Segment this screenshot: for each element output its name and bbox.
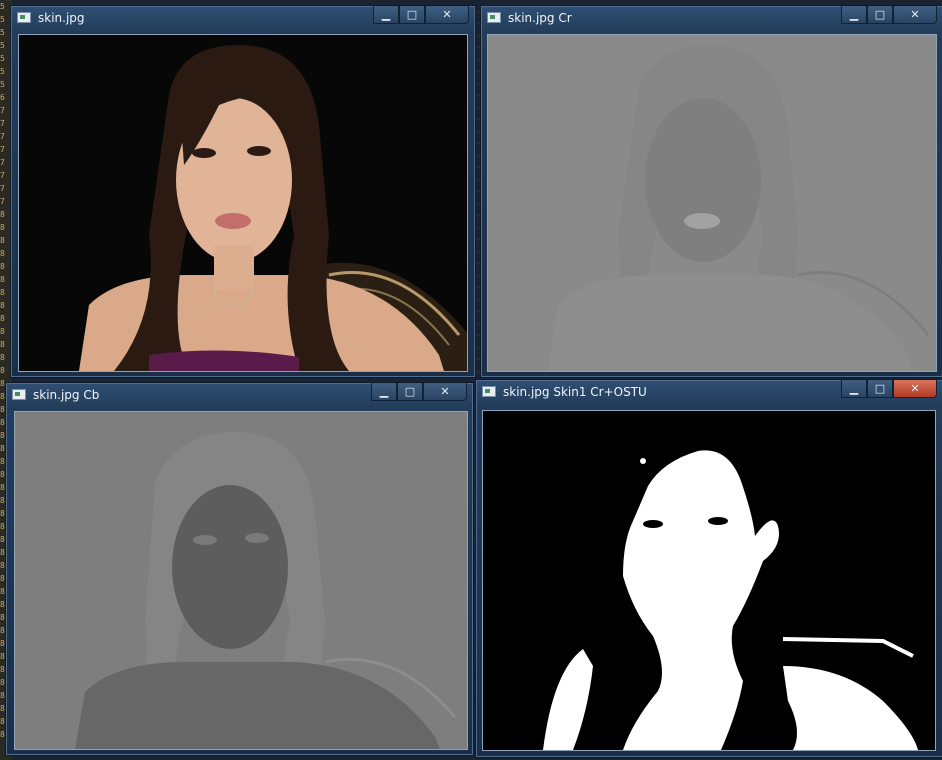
maximize-button[interactable]: □ — [867, 380, 893, 398]
titlebar[interactable]: skin.jpg Cb ▁ □ ✕ — [6, 383, 473, 409]
minimize-button[interactable]: ▁ — [373, 6, 399, 24]
window-title: skin.jpg Cr — [508, 11, 572, 25]
portrait-photo — [19, 35, 467, 371]
minimize-button[interactable]: ▁ — [841, 6, 867, 24]
close-button[interactable]: ✕ — [425, 6, 469, 24]
window-title: skin.jpg — [38, 11, 85, 25]
window-title: skin.jpg Skin1 Cr+OSTU — [503, 385, 647, 399]
titlebar[interactable]: skin.jpg ▁ □ ✕ — [11, 6, 475, 32]
skin-mask-image — [483, 411, 935, 750]
minimize-button[interactable]: ▁ — [371, 383, 397, 401]
image-display-cr — [487, 34, 937, 372]
maximize-button[interactable]: □ — [397, 383, 423, 401]
window-title: skin.jpg Cb — [33, 388, 100, 402]
window-original[interactable]: skin.jpg ▁ □ ✕ — [10, 5, 476, 378]
image-display-original — [18, 34, 468, 372]
close-button[interactable]: ✕ — [893, 380, 937, 398]
window-cr[interactable]: skin.jpg Cr ▁ □ ✕ — [480, 5, 942, 378]
cr-channel-image — [488, 35, 936, 371]
window-app-icon — [12, 389, 26, 400]
titlebar[interactable]: skin.jpg Skin1 Cr+OSTU ▁ □ ✕ — [476, 380, 942, 406]
window-skin-mask[interactable]: skin.jpg Skin1 Cr+OSTU ▁ □ ✕ — [475, 379, 942, 758]
image-display-cb — [14, 411, 468, 750]
window-cb[interactable]: skin.jpg Cb ▁ □ ✕ — [5, 382, 474, 756]
maximize-button[interactable]: □ — [399, 6, 425, 24]
close-button[interactable]: ✕ — [893, 6, 937, 24]
minimize-button[interactable]: ▁ — [841, 380, 867, 398]
window-app-icon — [487, 12, 501, 23]
window-app-icon — [482, 386, 496, 397]
cb-channel-image — [15, 412, 467, 749]
titlebar[interactable]: skin.jpg Cr ▁ □ ✕ — [481, 6, 942, 32]
maximize-button[interactable]: □ — [867, 6, 893, 24]
window-app-icon — [17, 12, 31, 23]
image-display-skin-mask — [482, 410, 936, 751]
close-button[interactable]: ✕ — [423, 383, 467, 401]
